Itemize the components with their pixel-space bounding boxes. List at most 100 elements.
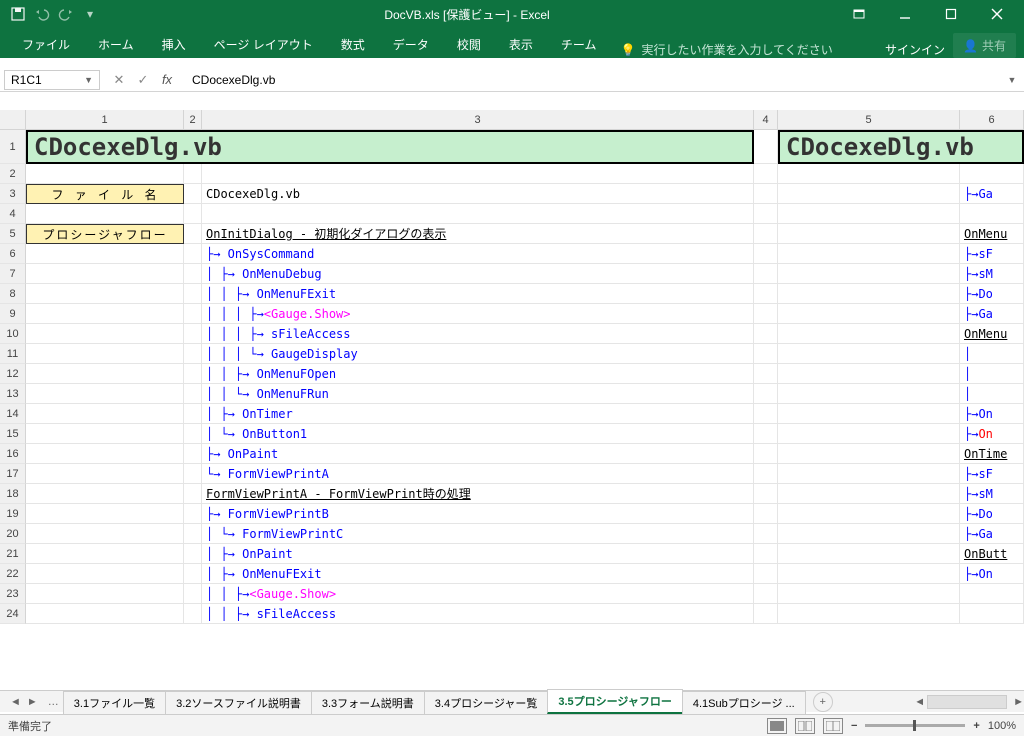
cell[interactable] [184,484,202,504]
row-header[interactable]: 8 [0,284,26,304]
cell[interactable]: │ ├→ OnMenuFExit [202,564,754,584]
cell[interactable] [26,564,184,584]
cell[interactable]: OnButt [960,544,1024,564]
cell[interactable] [26,164,184,184]
hscroll-right-icon[interactable]: ► [1013,696,1024,708]
cell[interactable]: │ │ ├→ OnMenuFOpen [202,364,754,384]
cell[interactable]: │ │ ├→ sFileAccess [202,604,754,624]
cell[interactable]: │ │ │ ├→ <Gauge.Show> [202,304,754,324]
cell[interactable] [26,604,184,624]
cell[interactable] [184,184,202,204]
cell[interactable] [754,444,778,464]
cell[interactable] [184,284,202,304]
undo-icon[interactable] [34,6,50,22]
cell[interactable] [778,284,960,304]
cell[interactable]: │ [960,344,1024,364]
worksheet-grid[interactable]: 1 2 3 4 5 6 1CDocexeDlg.vbCDocexeDlg.vb2… [0,110,1024,682]
cell[interactable] [754,284,778,304]
cell[interactable] [184,304,202,324]
row-header[interactable]: 20 [0,524,26,544]
cell[interactable] [778,464,960,484]
cell[interactable] [778,504,960,524]
row-header[interactable]: 21 [0,544,26,564]
row-header[interactable]: 2 [0,164,26,184]
col-header[interactable]: 5 [778,110,960,129]
cell[interactable] [960,604,1024,624]
cell[interactable] [202,164,754,184]
cell[interactable] [26,364,184,384]
cell[interactable] [778,164,960,184]
zoom-out-icon[interactable]: − [851,720,857,732]
cell[interactable] [184,424,202,444]
sheet-tab[interactable]: 4.1Subプロシージ ... [682,691,806,714]
cell[interactable] [184,404,202,424]
cell[interactable] [754,184,778,204]
ribbon-tab-pagelayout[interactable]: ページ レイアウト [200,31,327,58]
cell[interactable] [26,304,184,324]
cell[interactable]: ├→ sF [960,464,1024,484]
cell[interactable]: OnMenu [960,224,1024,244]
col-header[interactable]: 4 [754,110,778,129]
cell[interactable] [754,244,778,264]
share-button[interactable]: 👤 共有 [953,33,1016,58]
cell[interactable]: │ │ ├→ <Gauge.Show> [202,584,754,604]
col-header[interactable]: 3 [202,110,754,129]
zoom-in-icon[interactable]: + [973,720,979,732]
tab-nav-next-icon[interactable]: ► [27,696,38,708]
cell[interactable] [26,464,184,484]
row-header[interactable]: 1 [0,130,26,164]
cell[interactable]: ├→ sM [960,484,1024,504]
cell[interactable] [754,384,778,404]
cell[interactable] [26,264,184,284]
cell[interactable]: │ ├→ OnPaint [202,544,754,564]
cell[interactable] [184,264,202,284]
cell[interactable] [26,344,184,364]
cell[interactable] [26,384,184,404]
cell[interactable]: │ └→ OnButton1 [202,424,754,444]
row-header[interactable]: 18 [0,484,26,504]
col-header[interactable]: 6 [960,110,1024,129]
row-header[interactable]: 12 [0,364,26,384]
cell[interactable]: ├→ sF [960,244,1024,264]
cell[interactable] [754,504,778,524]
tab-overflow-dots[interactable]: … [48,696,59,708]
cell[interactable] [26,444,184,464]
cell[interactable] [184,584,202,604]
cell[interactable] [26,244,184,264]
ribbon-display-options-icon[interactable] [836,0,882,28]
ribbon-tab-insert[interactable]: 挿入 [148,31,200,58]
cell[interactable]: │ [960,364,1024,384]
cell[interactable] [754,204,778,224]
ribbon-tab-data[interactable]: データ [379,31,443,58]
cell[interactable] [184,504,202,524]
row-header[interactable]: 22 [0,564,26,584]
cell[interactable] [26,424,184,444]
row-header[interactable]: 17 [0,464,26,484]
cell[interactable] [184,244,202,264]
row-header[interactable]: 24 [0,604,26,624]
signin-link[interactable]: サインイン [885,41,945,58]
cell[interactable] [778,304,960,324]
row-header[interactable]: 3 [0,184,26,204]
select-all-corner[interactable] [0,110,26,129]
zoom-slider[interactable] [865,724,965,727]
cell[interactable] [754,130,778,164]
cell[interactable] [754,264,778,284]
cell[interactable]: ├→ OnSysCommand [202,244,754,264]
cell[interactable] [754,484,778,504]
cell[interactable] [778,364,960,384]
formula-input[interactable]: CDocexeDlg.vb [186,71,1004,89]
add-sheet-button[interactable]: + [813,692,833,712]
cell[interactable] [778,564,960,584]
cell[interactable]: ├→ On [960,404,1024,424]
sheet-tab[interactable]: 3.3フォーム説明書 [311,691,425,714]
cell[interactable] [778,264,960,284]
cell[interactable] [202,204,754,224]
cell[interactable] [184,364,202,384]
row-header[interactable]: 9 [0,304,26,324]
row-header[interactable]: 13 [0,384,26,404]
ribbon-tab-view[interactable]: 表示 [495,31,547,58]
cell[interactable] [754,544,778,564]
cell[interactable]: OnTime [960,444,1024,464]
cell[interactable] [960,584,1024,604]
